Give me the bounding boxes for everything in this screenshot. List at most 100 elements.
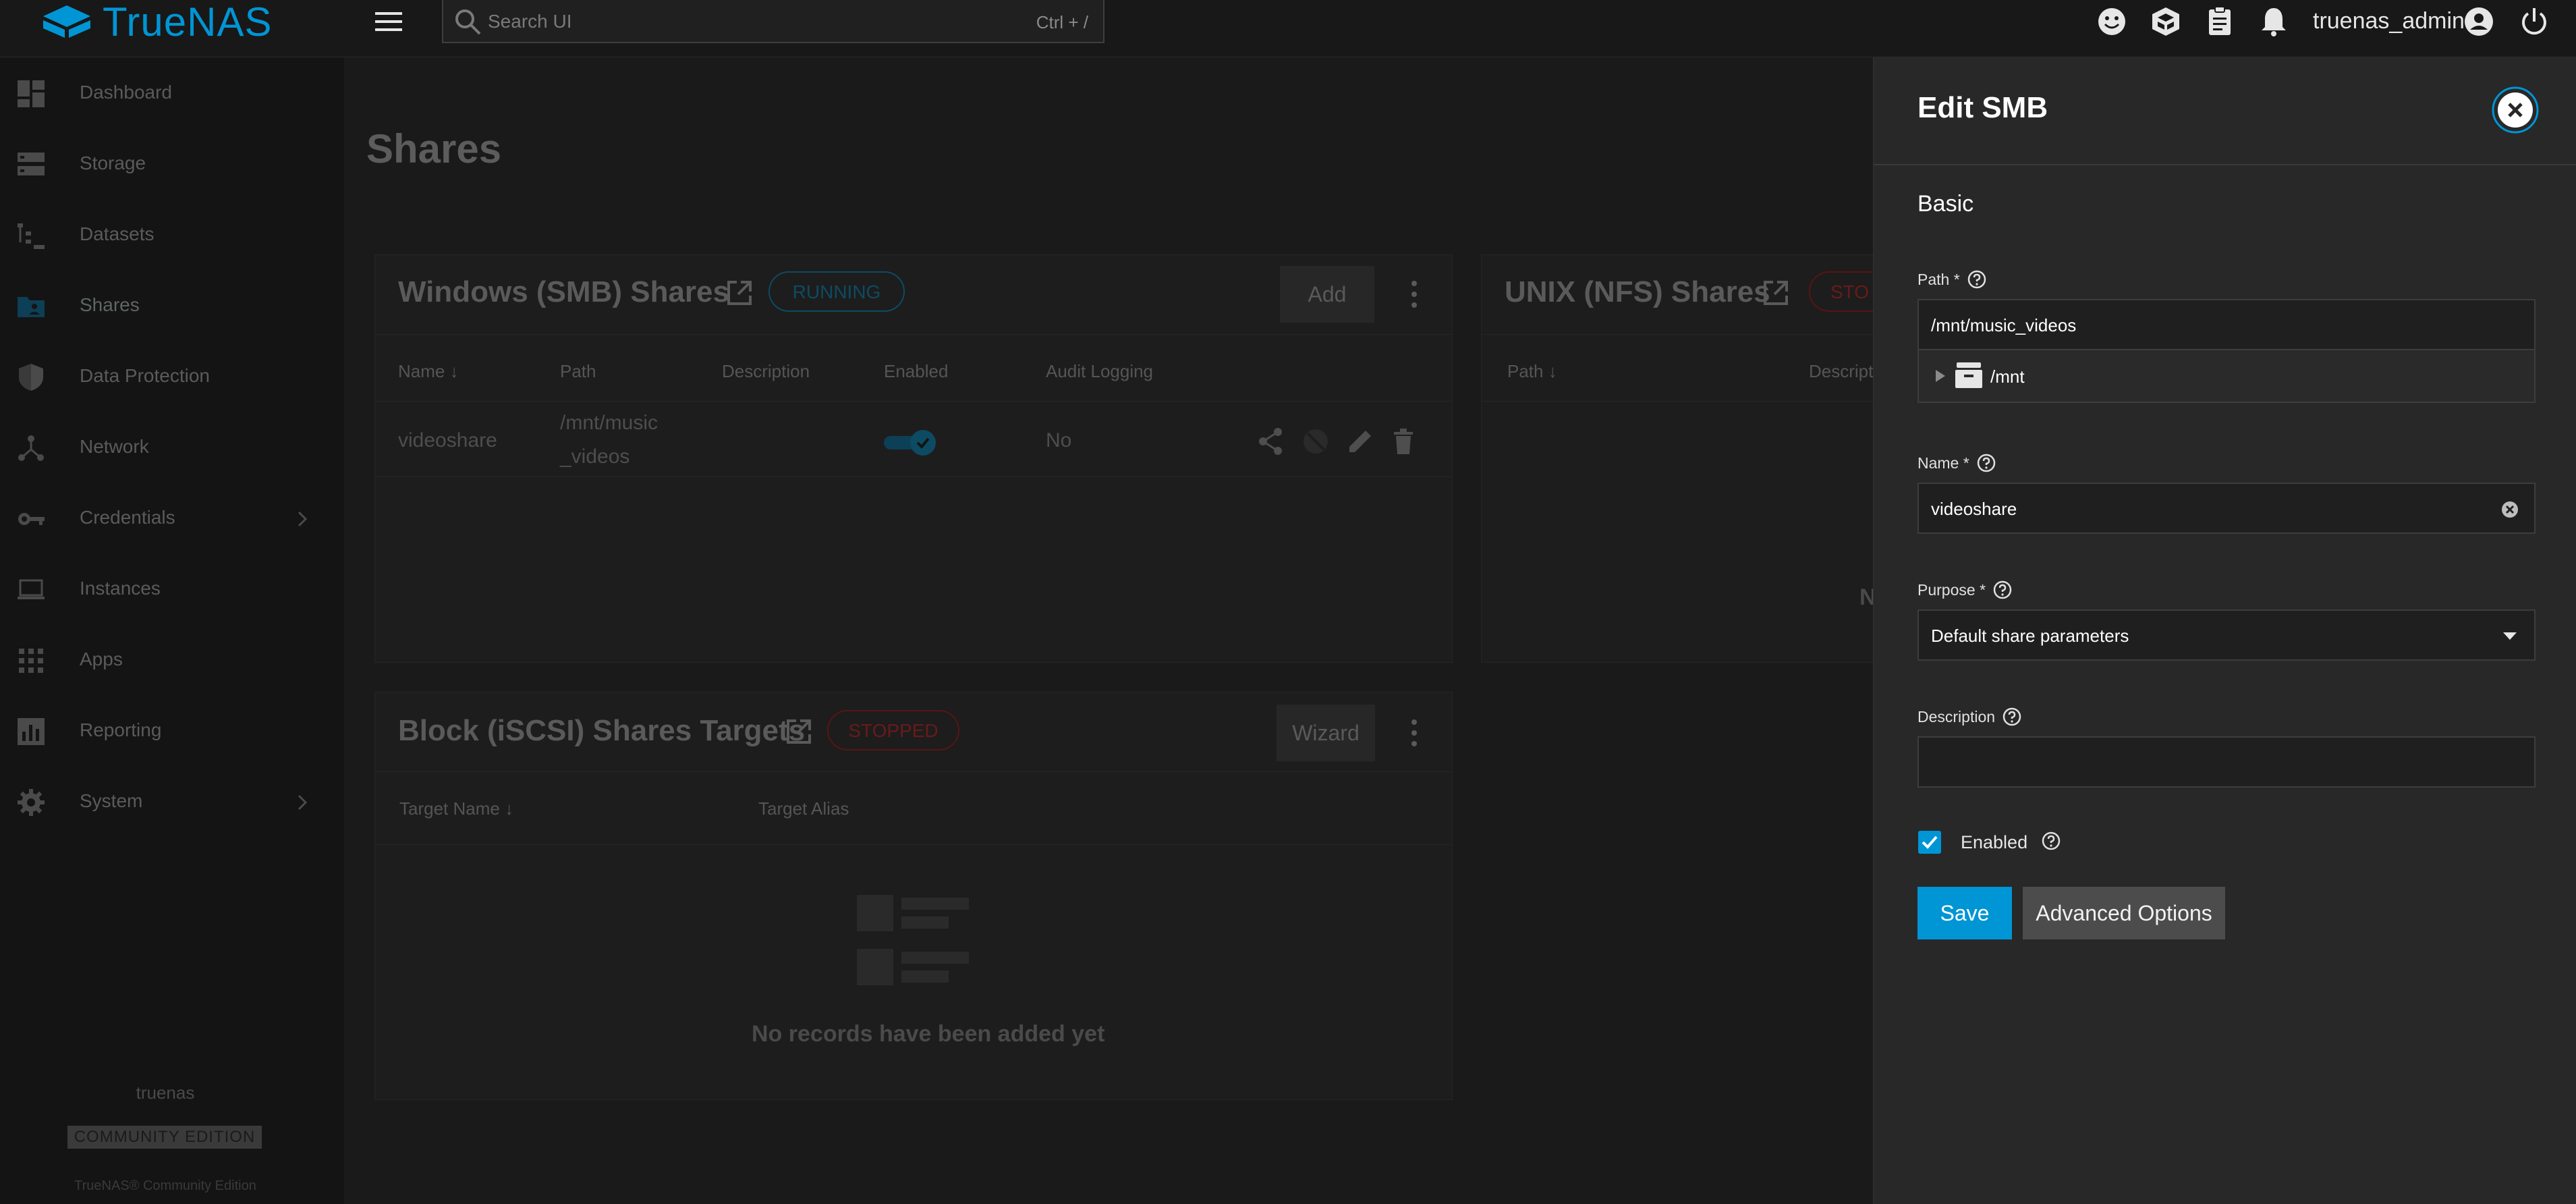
account-button[interactable]: [2463, 5, 2495, 38]
help-icon[interactable]: [1976, 453, 1996, 473]
sidebar-item-datasets[interactable]: Datasets: [0, 199, 344, 267]
laptop-icon: [18, 579, 45, 599]
open-in-new-icon[interactable]: [1761, 278, 1791, 308]
sidebar-hostname: truenas: [136, 1083, 195, 1103]
smb-status-badge: RUNNING: [768, 271, 905, 312]
dropdown-arrow-icon: [2503, 632, 2517, 640]
share-path-cell-line2: _videos: [560, 445, 630, 468]
sidebar-item-label: Credentials: [80, 507, 175, 528]
iscsi-wizard-button[interactable]: Wizard: [1277, 705, 1375, 761]
column-header-description[interactable]: Description: [722, 361, 810, 382]
path-label: Path *: [1917, 269, 1987, 290]
search-placeholder: Search UI: [488, 11, 572, 32]
sidebar-item-label: Shares: [80, 294, 140, 315]
more-vert-icon[interactable]: [1409, 717, 1420, 749]
help-icon[interactable]: [2002, 707, 2022, 727]
tree-node-label: /mnt: [1990, 366, 2025, 387]
column-header-enabled[interactable]: Enabled: [884, 361, 948, 382]
acl-block-icon[interactable]: [1301, 427, 1331, 456]
sidebar-item-network[interactable]: Network: [0, 412, 344, 479]
edit-icon[interactable]: [1345, 427, 1375, 456]
path-input[interactable]: /mnt/music_videos: [1917, 299, 2536, 350]
shield-icon: [19, 364, 43, 391]
jobs-button[interactable]: [2204, 5, 2236, 38]
help-icon[interactable]: [2041, 831, 2061, 851]
user-name: truenas_admin: [2313, 8, 2465, 34]
column-header-description[interactable]: Descript: [1809, 361, 1873, 382]
alerts-button[interactable]: [2258, 5, 2290, 38]
save-button[interactable]: Save: [1917, 887, 2012, 939]
empty-list-icon: [857, 895, 969, 985]
iscsi-targets-card: Block (iSCSI) Shares Targets STOPPED Wiz…: [374, 692, 1453, 1100]
column-header-name[interactable]: Name ↓: [398, 361, 459, 382]
power-icon: [2522, 8, 2546, 35]
column-header-audit-logging[interactable]: Audit Logging: [1046, 361, 1153, 382]
more-vert-icon[interactable]: [1409, 278, 1420, 310]
advanced-options-button[interactable]: Advanced Options: [2023, 887, 2225, 939]
sidebar-item-storage[interactable]: Storage: [0, 128, 344, 196]
sidebar-item-instances[interactable]: Instances: [0, 553, 344, 621]
logo-text: TrueNAS: [103, 0, 273, 45]
sidebar-item-label: Apps: [80, 649, 123, 669]
sidebar-item-data-protection[interactable]: Data Protection: [0, 341, 344, 408]
truenas-logo[interactable]: TrueNAS: [42, 0, 273, 45]
enabled-toggle[interactable]: [883, 428, 939, 458]
section-title-basic: Basic: [1917, 191, 1974, 217]
apps-grid-icon: [19, 649, 43, 673]
feedback-button[interactable]: [2096, 5, 2128, 38]
divider: [375, 771, 1452, 772]
truecommand-icon: [2152, 7, 2179, 36]
name-label-text: Name: [1917, 454, 1959, 472]
sidebar-item-reporting[interactable]: Reporting: [0, 695, 344, 763]
power-button[interactable]: [2518, 5, 2550, 38]
close-icon[interactable]: [2491, 86, 2540, 134]
share-icon[interactable]: [1256, 427, 1286, 456]
purpose-select[interactable]: Default share parameters: [1917, 609, 2536, 661]
page-title: Shares: [366, 126, 502, 171]
dashboard-icon: [18, 80, 45, 107]
smb-card-title[interactable]: Windows (SMB) Shares: [398, 275, 729, 309]
smb-add-button[interactable]: Add: [1280, 266, 1374, 323]
help-icon[interactable]: [1967, 269, 1987, 290]
top-bar: TrueNAS Search UI Ctrl + / truenas_admin: [0, 0, 2576, 57]
description-label-text: Description: [1917, 707, 1996, 726]
divider: [375, 844, 1452, 845]
search-input[interactable]: Search UI Ctrl + /: [442, 0, 1104, 43]
open-in-new-icon[interactable]: [784, 717, 814, 746]
sidebar-item-dashboard[interactable]: Dashboard: [0, 57, 344, 125]
column-header-path[interactable]: Path: [560, 361, 596, 382]
chart-icon: [18, 718, 45, 745]
sidebar-item-label: Network: [80, 436, 149, 457]
column-header-path[interactable]: Path ↓: [1507, 361, 1557, 382]
search-shortcut: Ctrl + /: [1036, 12, 1088, 32]
sidebar-item-label: Datasets: [80, 223, 155, 244]
menu-toggle-button[interactable]: [372, 7, 405, 36]
iscsi-card-title[interactable]: Block (iSCSI) Shares Targets: [398, 714, 805, 748]
sidebar-item-system[interactable]: System: [0, 766, 344, 833]
help-icon[interactable]: [1992, 580, 2013, 600]
path-tree-node-mnt[interactable]: /mnt: [1917, 350, 2536, 403]
chevron-right-icon: [298, 794, 308, 811]
column-header-target-name[interactable]: Target Name ↓: [399, 798, 513, 819]
column-header-target-alias[interactable]: Target Alias: [758, 798, 849, 819]
name-input[interactable]: videoshare: [1917, 483, 2536, 534]
truecommand-button[interactable]: [2150, 5, 2182, 38]
sidebar-item-credentials[interactable]: Credentials: [0, 483, 344, 550]
delete-icon[interactable]: [1389, 427, 1418, 456]
column-header-label: Target Name: [399, 798, 500, 819]
smile-icon: [2098, 8, 2125, 35]
divider: [375, 476, 1452, 477]
description-input[interactable]: [1917, 736, 2536, 788]
expand-arrow-icon[interactable]: [1934, 368, 1947, 384]
sidebar-copyright: TrueNAS® Community Edition: [74, 1178, 256, 1193]
iscsi-empty-text: No records have been added yet: [752, 1021, 1105, 1047]
enabled-checkbox[interactable]: [1917, 830, 1942, 854]
nfs-card-title[interactable]: UNIX (NFS) Shares: [1505, 275, 1770, 309]
purpose-select-value: Default share parameters: [1931, 626, 2129, 646]
sidebar-item-shares[interactable]: Shares: [0, 270, 344, 337]
purpose-label: Purpose *: [1917, 580, 2013, 600]
open-in-new-icon[interactable]: [725, 278, 754, 308]
dataset-folder-icon: [1955, 362, 1982, 388]
clear-icon[interactable]: [2500, 500, 2519, 519]
sidebar-item-apps[interactable]: Apps: [0, 624, 344, 692]
